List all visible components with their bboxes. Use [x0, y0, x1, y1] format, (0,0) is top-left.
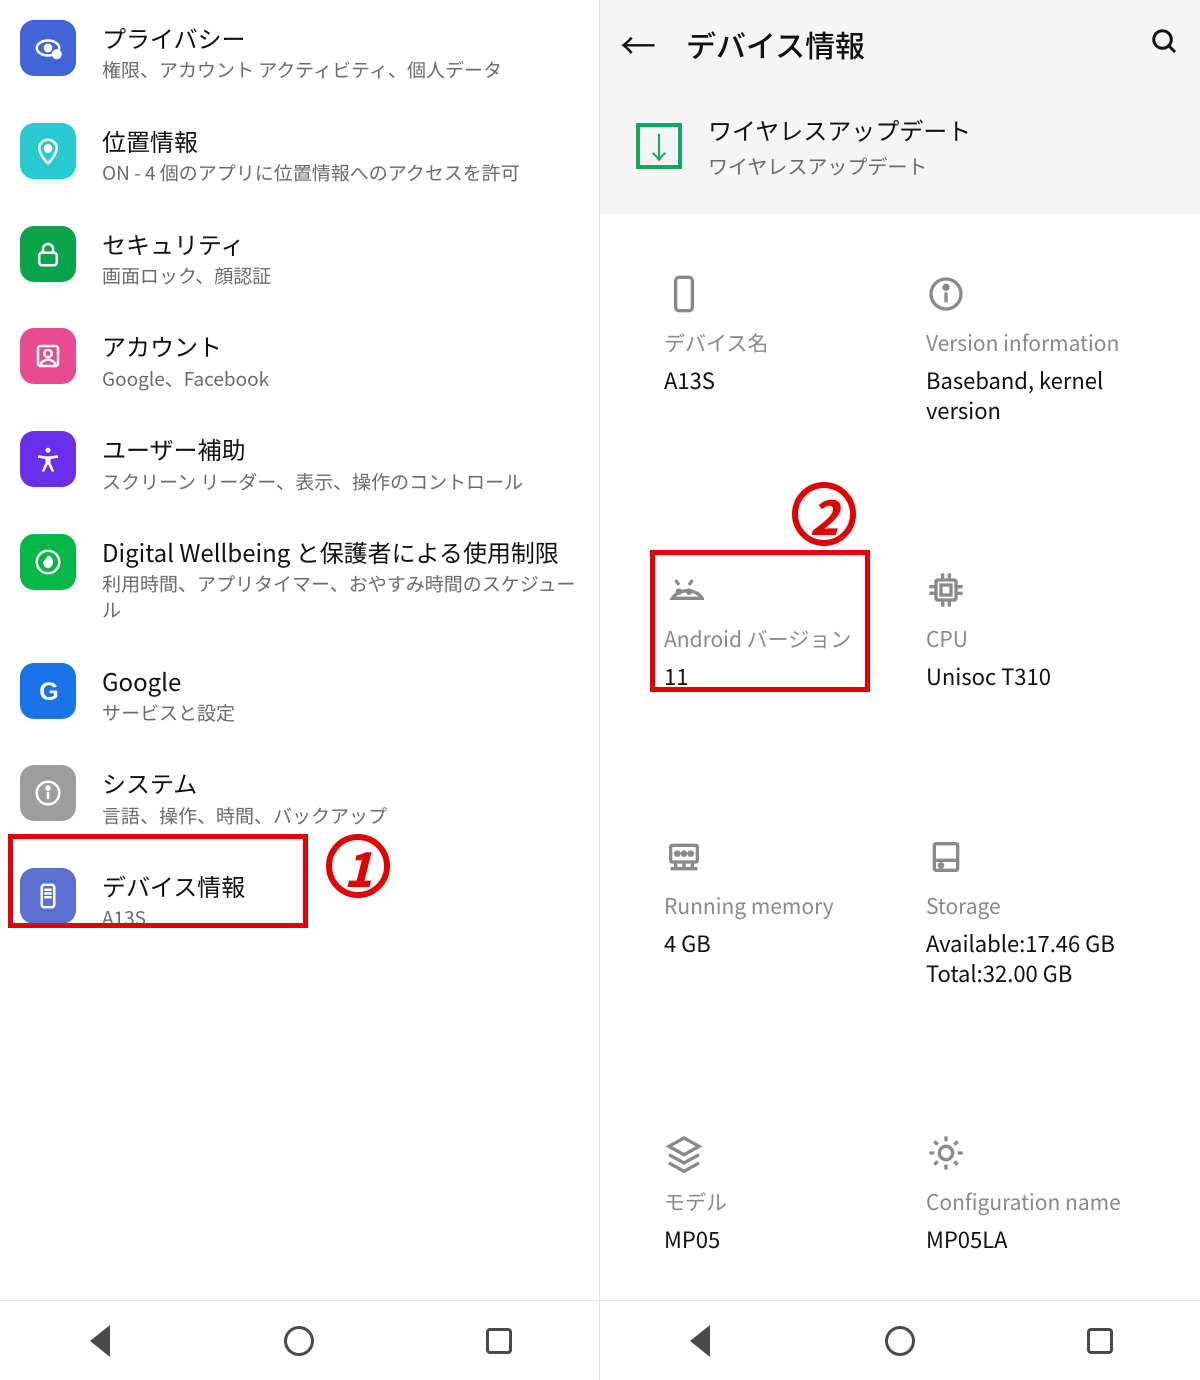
- item-sub: 言語、操作、時間、バックアップ: [102, 803, 577, 829]
- info-card-cfg[interactable]: Configuration name MP05LA: [926, 1133, 1176, 1300]
- device-info-pane: ← デバイス情報 ↓ ワイヤレスアップデート ワイヤレスアップデート デバイス名…: [600, 0, 1200, 1380]
- back-nav-icon[interactable]: [82, 1323, 118, 1359]
- settings-list: プライバシー 権限、アカウント アクティビティ、個人データ 位置情報 ON - …: [0, 0, 599, 1300]
- settings-item-lock[interactable]: セキュリティ 画面ロック、顔認証: [0, 206, 599, 309]
- item-title: Digital Wellbeing と保護者による使用制限: [102, 536, 577, 567]
- card-value: Baseband, kernel version: [926, 366, 1176, 425]
- card-value: 11: [664, 662, 914, 692]
- card-value: MP05LA: [926, 1225, 1176, 1255]
- annotation-marker-2: 2: [792, 482, 856, 546]
- settings-item-a11y[interactable]: ユーザー補助 スクリーン リーダー、表示、操作のコントロール: [0, 411, 599, 514]
- item-title: セキュリティ: [102, 228, 577, 259]
- item-title: 位置情報: [102, 125, 577, 156]
- item-sub: 権限、アカウント アクティビティ、個人データ: [102, 57, 577, 83]
- lock-icon: [20, 226, 76, 282]
- card-value: A13S: [664, 366, 914, 396]
- item-sub: 利用時間、アプリタイマー、おやすみ時間のスケジュール: [102, 571, 577, 622]
- settings-item-info[interactable]: システム 言語、操作、時間、バックアップ: [0, 745, 599, 848]
- settings-item-eye[interactable]: プライバシー 権限、アカウント アクティビティ、個人データ: [0, 0, 599, 103]
- svg-text:G: G: [39, 677, 58, 705]
- well-icon: [20, 534, 76, 590]
- card-value: MP05: [664, 1225, 914, 1255]
- info-icon: [926, 274, 966, 314]
- layers-icon: [664, 1133, 704, 1173]
- eye-icon: [20, 20, 76, 76]
- card-label: Android バージョン: [664, 624, 914, 654]
- nav-bar: [0, 1300, 599, 1380]
- card-value: Available:17.46 GBTotal:32.00 GB: [926, 929, 1176, 988]
- item-title: プライバシー: [102, 22, 577, 53]
- card-label: Configuration name: [926, 1187, 1176, 1217]
- download-icon: ↓: [636, 123, 682, 169]
- item-title: Google: [102, 665, 577, 696]
- pin-icon: [20, 123, 76, 179]
- item-sub: サービスと設定: [102, 700, 577, 726]
- info-card-storage[interactable]: Storage Available:17.46 GBTotal:32.00 GB: [926, 837, 1176, 1033]
- cpu-icon: [926, 570, 966, 610]
- info-card-ram[interactable]: Running memory 4 GB: [664, 837, 914, 1033]
- card-label: Running memory: [664, 891, 914, 921]
- settings-item-g[interactable]: G Google サービスと設定: [0, 643, 599, 746]
- settings-item-device[interactable]: デバイス情報 A13S 1: [0, 848, 599, 951]
- card-label: モデル: [664, 1187, 914, 1217]
- settings-list-pane: プライバシー 権限、アカウント アクティビティ、個人データ 位置情報 ON - …: [0, 0, 600, 1380]
- item-sub: 画面ロック、顔認証: [102, 263, 577, 289]
- wireless-title: ワイヤレスアップデート: [708, 112, 971, 147]
- item-title: アカウント: [102, 330, 577, 361]
- page-title: デバイス情報: [686, 22, 1150, 66]
- a11y-icon: [20, 431, 76, 487]
- search-icon[interactable]: [1150, 22, 1180, 66]
- card-value: 4 GB: [664, 929, 914, 959]
- card-label: デバイス名: [664, 328, 914, 358]
- person-icon: [20, 328, 76, 384]
- card-value: Unisoc T310: [926, 662, 1176, 692]
- item-sub: A13S: [102, 905, 577, 931]
- device-info-grid: デバイス名 A13S Version information Baseband,…: [600, 214, 1200, 1300]
- item-sub: スクリーン リーダー、表示、操作のコントロール: [102, 469, 577, 495]
- info-card-android[interactable]: Android バージョン 112: [664, 570, 914, 737]
- info-card-cpu[interactable]: CPU Unisoc T310: [926, 570, 1176, 737]
- home-nav-icon[interactable]: [882, 1323, 918, 1359]
- g-icon: G: [20, 663, 76, 719]
- item-title: ユーザー補助: [102, 433, 577, 464]
- info-icon: [20, 765, 76, 821]
- home-nav-icon[interactable]: [281, 1323, 317, 1359]
- cfg-icon: [926, 1133, 966, 1173]
- card-label: CPU: [926, 624, 1176, 654]
- settings-item-well[interactable]: Digital Wellbeing と保護者による使用制限 利用時間、アプリタイ…: [0, 514, 599, 642]
- item-sub: Google、Facebook: [102, 366, 577, 392]
- wireless-update-row[interactable]: ↓ ワイヤレスアップデート ワイヤレスアップデート: [600, 88, 1200, 214]
- storage-icon: [926, 837, 966, 877]
- recent-nav-icon[interactable]: [481, 1323, 517, 1359]
- info-card-phone[interactable]: デバイス名 A13S: [664, 274, 914, 470]
- settings-item-person[interactable]: アカウント Google、Facebook: [0, 308, 599, 411]
- card-label: Storage: [926, 891, 1176, 921]
- settings-item-pin[interactable]: 位置情報 ON - 4 個のアプリに位置情報へのアクセスを許可: [0, 103, 599, 206]
- item-sub: ON - 4 個のアプリに位置情報へのアクセスを許可: [102, 160, 577, 186]
- card-label: Version information: [926, 328, 1176, 358]
- info-card-info[interactable]: Version information Baseband, kernel ver…: [926, 274, 1176, 470]
- top-bar: ← デバイス情報: [600, 0, 1200, 88]
- back-arrow-icon[interactable]: ←: [620, 18, 656, 70]
- recent-nav-icon[interactable]: [1082, 1323, 1118, 1359]
- device-icon: [20, 868, 76, 924]
- android-icon: [664, 570, 704, 610]
- item-title: システム: [102, 767, 577, 798]
- ram-icon: [664, 837, 704, 877]
- annotation-marker-1: 1: [326, 834, 390, 898]
- nav-bar: [600, 1300, 1200, 1380]
- phone-icon: [664, 274, 704, 314]
- back-nav-icon[interactable]: [682, 1323, 718, 1359]
- wireless-sub: ワイヤレスアップデート: [708, 151, 971, 180]
- info-card-layers[interactable]: モデル MP05: [664, 1133, 914, 1300]
